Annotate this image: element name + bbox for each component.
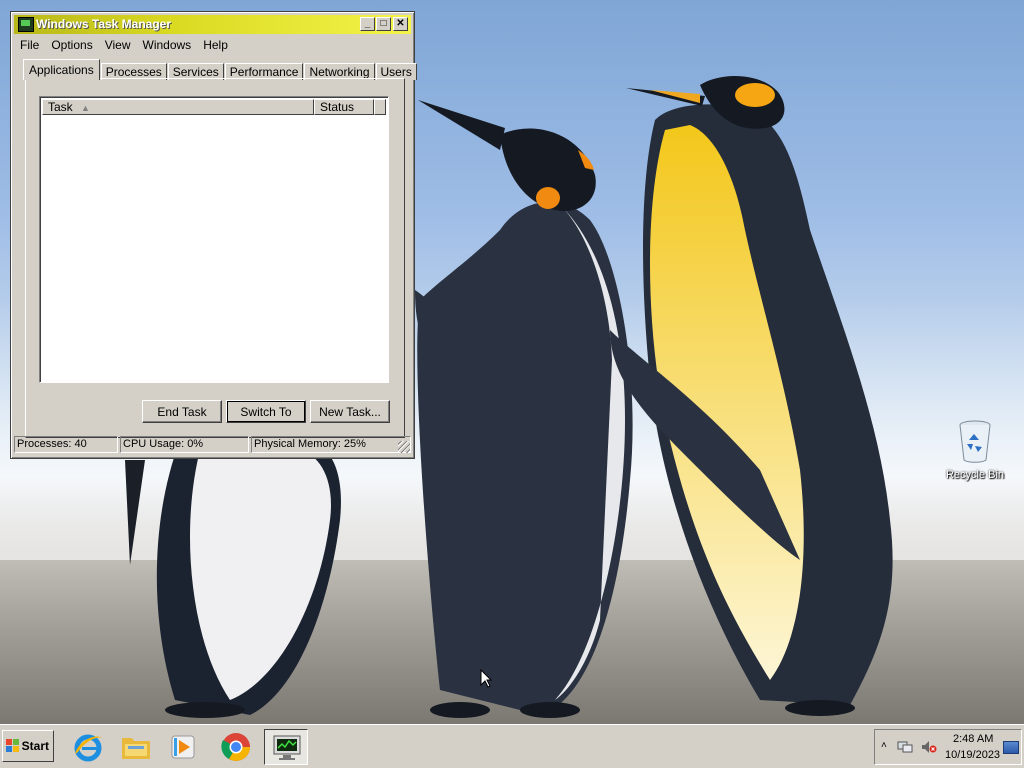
menu-view[interactable]: View [100, 36, 138, 54]
title-bar[interactable]: Windows Task Manager _ □ ✕ [14, 15, 411, 34]
recycle-bin-label: Recycle Bin [945, 469, 1005, 481]
sort-ascending-icon: ▲ [81, 103, 90, 113]
network-icon[interactable] [897, 740, 913, 754]
column-header-task[interactable]: Task ▲ [42, 99, 314, 115]
chrome-icon [221, 733, 250, 761]
taskbar-media-player[interactable] [162, 729, 206, 765]
start-button[interactable]: Start [2, 730, 54, 762]
menu-windows[interactable]: Windows [138, 36, 199, 54]
status-physical-memory: Physical Memory: 25% [251, 436, 411, 453]
list-header: Task ▲ Status [42, 99, 386, 115]
minimize-button[interactable]: _ [360, 17, 375, 31]
switch-to-button[interactable]: Switch To [226, 400, 306, 423]
tab-applications[interactable]: Applications [23, 59, 100, 80]
status-bar: Processes: 40 CPU Usage: 0% Physical Mem… [14, 436, 411, 454]
menu-file[interactable]: File [15, 36, 46, 54]
maximize-button[interactable]: □ [376, 17, 391, 31]
notification-area: ˄ 2:48 AM 10/19/2023 [874, 729, 1022, 765]
panel-buttons: End Task Switch To New Task... [26, 400, 404, 424]
recycle-bin-shortcut[interactable]: Recycle Bin [944, 420, 1006, 481]
column-header-filler [374, 99, 386, 115]
tab-strip: Applications Processes Services Performa… [23, 58, 418, 80]
volume-muted-icon[interactable] [921, 740, 937, 754]
mouse-pointer-icon [480, 669, 492, 688]
windows-logo-icon [6, 739, 19, 752]
show-hidden-icons-button[interactable]: ˄ [881, 740, 887, 751]
task-manager-app-icon [18, 17, 34, 32]
column-header-status[interactable]: Status [314, 99, 374, 115]
show-desktop-icon[interactable] [1003, 741, 1019, 754]
applications-panel: Task ▲ Status End Task Switch To New Tas… [25, 78, 405, 438]
clock-date[interactable]: 10/19/2023 [945, 749, 1000, 761]
column-task-label: Task [48, 100, 73, 114]
media-player-icon [171, 735, 195, 759]
taskbar-chrome[interactable] [214, 729, 258, 765]
status-cpu-usage: CPU Usage: 0% [120, 436, 249, 453]
task-manager-icon [273, 735, 301, 760]
internet-explorer-icon [74, 734, 102, 762]
taskbar-file-explorer[interactable] [114, 729, 158, 765]
start-label: Start [21, 739, 49, 753]
task-manager-window: Windows Task Manager _ □ ✕ File Options … [10, 11, 418, 459]
taskbar-task-manager[interactable] [264, 729, 308, 765]
close-button[interactable]: ✕ [393, 17, 408, 31]
clock-time[interactable]: 2:48 AM [953, 733, 993, 745]
column-status-label: Status [320, 100, 355, 114]
window-title: Windows Task Manager [36, 17, 172, 31]
end-task-button[interactable]: End Task [142, 400, 222, 423]
menu-options[interactable]: Options [46, 36, 99, 54]
status-processes: Processes: 40 [14, 436, 118, 453]
recycle-bin-icon [959, 420, 991, 463]
file-explorer-icon [122, 738, 150, 759]
taskbar: Start ˄ 2:48 AM 10/19/2023 [0, 724, 1024, 768]
task-list[interactable]: Task ▲ Status [39, 96, 389, 383]
menu-bar: File Options View Windows Help [15, 36, 235, 54]
resize-grip-icon[interactable] [398, 441, 410, 453]
taskbar-internet-explorer[interactable] [66, 729, 110, 765]
new-task-button[interactable]: New Task... [310, 400, 390, 423]
menu-help[interactable]: Help [198, 36, 235, 54]
